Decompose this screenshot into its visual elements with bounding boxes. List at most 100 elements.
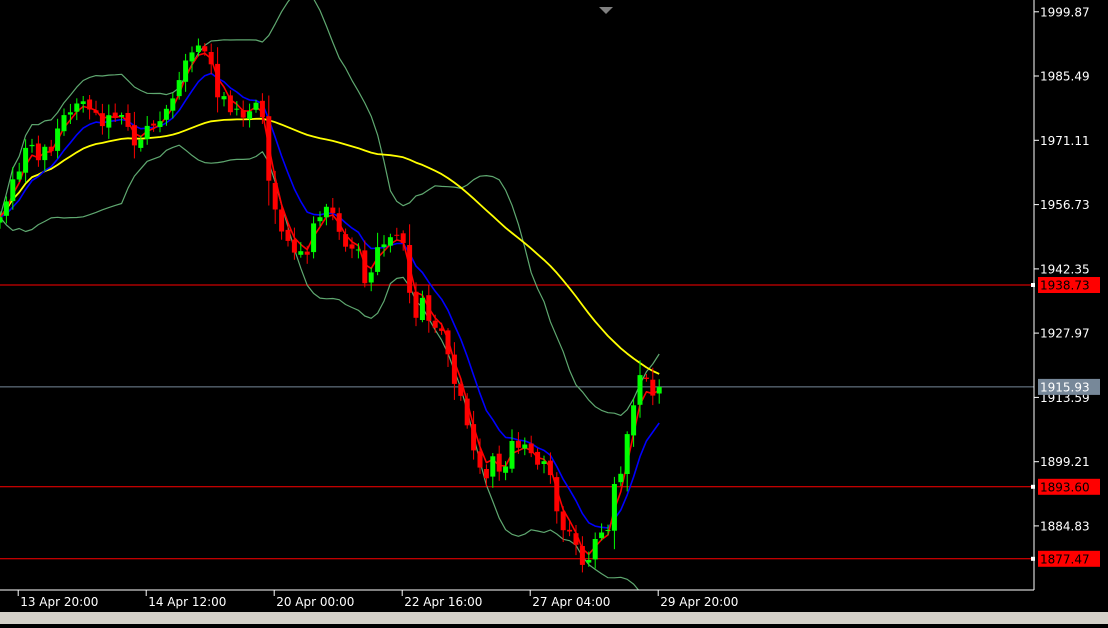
x-tick-label: 29 Apr 20:00 xyxy=(660,595,738,609)
candle-body xyxy=(189,52,195,62)
indicators xyxy=(0,0,660,590)
candle xyxy=(74,98,80,121)
candle xyxy=(55,118,61,159)
candle-body xyxy=(343,234,349,247)
candle xyxy=(208,43,214,75)
level-marker xyxy=(1031,283,1035,287)
candle-body xyxy=(547,460,553,476)
candle-body xyxy=(643,377,649,379)
candle-body xyxy=(471,424,477,451)
candle xyxy=(112,103,118,122)
moving-average-long-line xyxy=(0,117,660,375)
candle-body xyxy=(586,560,592,563)
candle-body xyxy=(183,60,189,82)
candle-body xyxy=(567,529,573,532)
candle xyxy=(42,144,48,171)
candle-body xyxy=(55,128,61,151)
candle xyxy=(656,379,662,404)
candle-body xyxy=(515,440,521,448)
candle xyxy=(323,203,329,226)
candle xyxy=(266,95,272,206)
candle-body xyxy=(445,330,451,355)
y-tick-label: 1884.83 xyxy=(1040,519,1090,533)
candle-body xyxy=(176,80,182,97)
x-tick-label: 20 Apr 00:00 xyxy=(276,595,354,609)
candle xyxy=(362,240,368,288)
candle xyxy=(407,224,413,304)
candle-body xyxy=(330,207,336,214)
candle xyxy=(157,111,163,133)
candle xyxy=(336,207,342,240)
candle-body xyxy=(35,143,41,161)
candle-body xyxy=(195,45,201,52)
candle xyxy=(106,104,112,139)
candle-body xyxy=(355,249,361,251)
candle xyxy=(99,103,105,135)
candle-body xyxy=(266,116,272,181)
candle-body xyxy=(637,375,643,405)
candle xyxy=(87,95,93,120)
candle xyxy=(176,71,182,100)
candle-body xyxy=(592,539,598,560)
y-tick-label: 1999.87 xyxy=(1040,5,1090,19)
candle-body xyxy=(656,386,662,394)
candle-body xyxy=(573,533,579,545)
candle xyxy=(439,322,445,335)
price-chart[interactable]: 1999.87 1985.49 1971.11 1956.73 1942.35 1927.… xyxy=(0,0,1108,624)
candle xyxy=(183,53,189,92)
candle-body xyxy=(253,102,259,110)
candle xyxy=(451,342,457,400)
candle-body xyxy=(125,113,131,127)
y-tick-label: 1985.49 xyxy=(1040,70,1090,84)
candle xyxy=(528,435,534,458)
candle-body xyxy=(618,473,624,483)
candle-body xyxy=(10,179,16,202)
candle-body xyxy=(323,206,329,218)
candle xyxy=(419,290,425,323)
candle-body xyxy=(541,461,547,464)
candle-body xyxy=(362,250,368,284)
candle xyxy=(368,267,374,292)
candle xyxy=(535,448,541,470)
y-tick-label: 1942.35 xyxy=(1040,262,1090,276)
candle-body xyxy=(535,451,541,465)
chart-ui xyxy=(599,7,613,14)
candle-body xyxy=(163,108,169,120)
candle-body xyxy=(80,101,86,104)
candle-body xyxy=(387,237,393,246)
candle-body xyxy=(432,320,438,328)
level-marker xyxy=(1031,556,1035,561)
candle-body xyxy=(368,272,374,283)
candle xyxy=(23,139,29,183)
candle-body xyxy=(375,247,381,272)
candle-body xyxy=(496,453,502,472)
candle xyxy=(48,139,54,156)
candle-body xyxy=(631,405,637,436)
candle xyxy=(125,104,131,131)
y-tick-label: 1899.21 xyxy=(1040,455,1090,469)
candle-body xyxy=(611,484,617,531)
candle-body xyxy=(112,112,118,118)
candle-body xyxy=(272,183,278,210)
candle-body xyxy=(490,456,496,477)
candle-body xyxy=(29,144,35,147)
candle-body xyxy=(458,384,464,396)
current-price-label: 1915.93 xyxy=(1040,380,1090,394)
candle-body xyxy=(74,103,80,112)
candle-body xyxy=(144,125,150,140)
horizontal-levels xyxy=(0,284,1034,560)
candle xyxy=(483,464,489,487)
candle xyxy=(170,92,176,119)
candle-body xyxy=(291,239,297,253)
chart-canvas[interactable]: 1999.87 1985.49 1971.11 1956.73 1942.35 1927.… xyxy=(0,0,1108,624)
x-tick-label: 27 Apr 04:00 xyxy=(532,595,610,609)
candle xyxy=(611,476,617,550)
candle-body xyxy=(23,147,29,173)
candle-body xyxy=(240,110,246,118)
candle-body xyxy=(650,379,656,396)
candle xyxy=(279,206,285,240)
y-tick-label: 1971.11 xyxy=(1040,134,1090,148)
candle-body xyxy=(298,251,304,255)
candle xyxy=(445,328,451,367)
candle-body xyxy=(99,113,105,127)
